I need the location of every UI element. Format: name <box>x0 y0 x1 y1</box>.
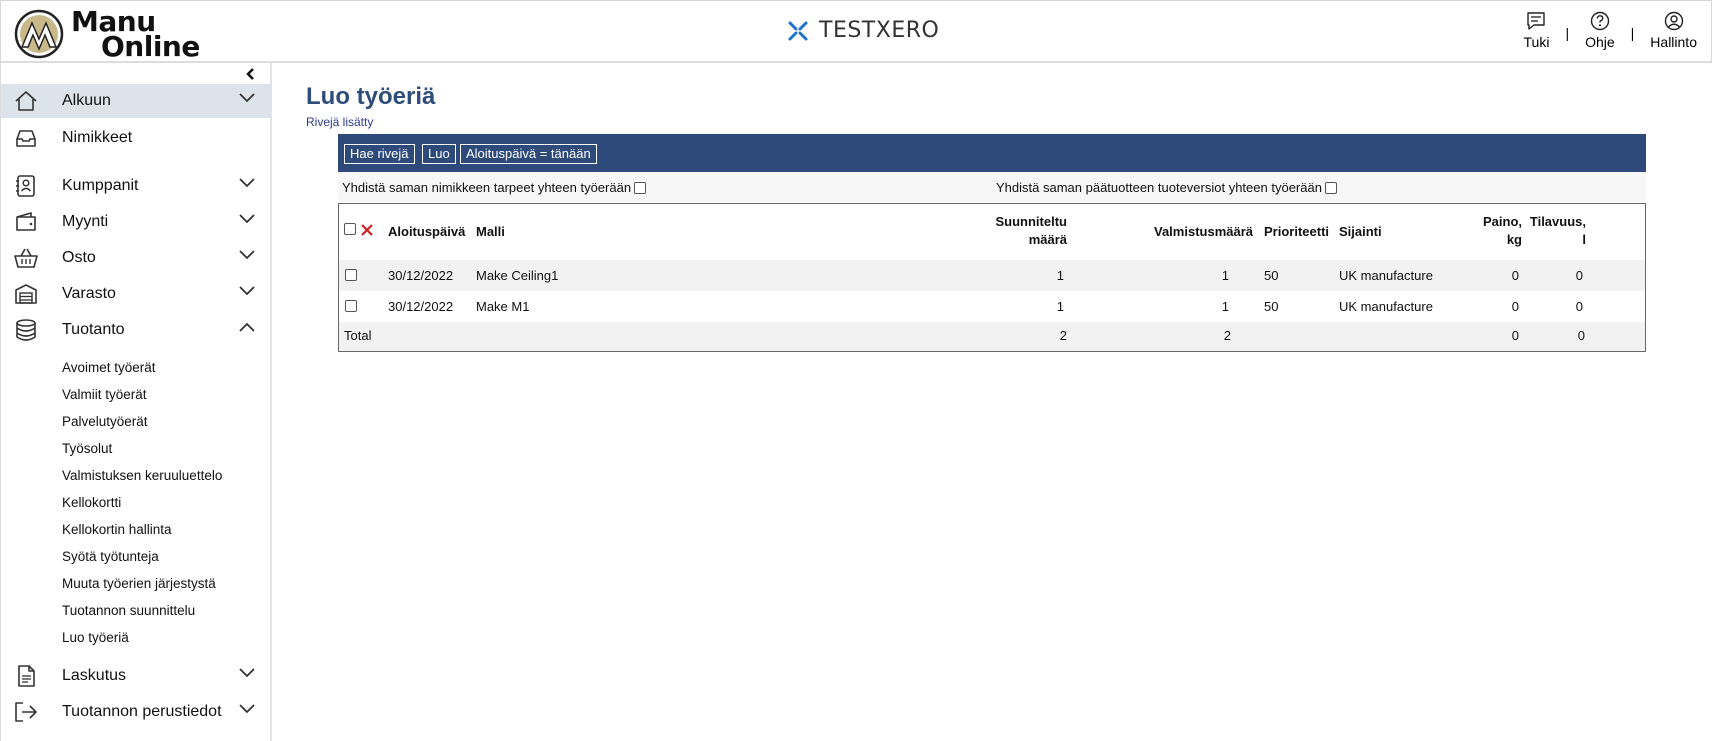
total-row: Total 2 2 0 0 <box>339 322 1645 351</box>
sidebar-item-laskutus[interactable]: Laskutus <box>1 659 271 693</box>
col-planned[interactable]: Suunniteltu määrä <box>939 213 1068 249</box>
sidebar-subitem-muuta-jarjestysta[interactable]: Muuta työerien järjestystä <box>62 576 216 591</box>
basket-icon <box>14 248 38 268</box>
col-manufactured[interactable]: Valmistusmäärä <box>1154 223 1253 241</box>
admin-link[interactable]: Hallinto <box>1650 11 1697 50</box>
create-button[interactable]: Luo <box>422 144 456 164</box>
sidebar-subitem-kellokortin-hallinta[interactable]: Kellokortin hallinta <box>62 522 172 537</box>
sidebar: Alkuun Nimikkeet Kumppanit Myynti Osto V… <box>0 63 272 741</box>
sidebar-subitem-syota-tyotunteja[interactable]: Syötä työtunteja <box>62 549 159 564</box>
chat-icon <box>1527 12 1546 30</box>
logo-wordmark: Manu Online <box>71 5 200 63</box>
chevron-down-icon <box>239 286 255 296</box>
status-message: Rivejä lisätty <box>306 115 374 129</box>
toolbar: Hae rivejä Luo Aloituspäivä = tänään <box>338 134 1646 172</box>
sidebar-subitem-luo-tyoeria[interactable]: Luo työeriä <box>62 630 129 645</box>
sidebar-item-myynti[interactable]: Myynti <box>1 205 271 239</box>
contacts-icon <box>16 175 35 197</box>
link-separator: | <box>1630 25 1635 41</box>
chevron-down-icon <box>239 250 255 260</box>
logo-mark-icon <box>14 9 64 59</box>
sidebar-item-kumppanit[interactable]: Kumppanit <box>1 169 271 203</box>
top-links: Tuki | Ohje | Hallinto <box>1524 11 1697 50</box>
chevron-down-icon <box>239 704 255 714</box>
col-volume[interactable]: Tilavuus, l <box>1519 213 1586 249</box>
manu-online-logo[interactable]: Manu Online <box>14 5 204 63</box>
home-icon <box>15 91 37 111</box>
row-checkbox[interactable] <box>345 269 357 281</box>
wallet-icon <box>16 212 36 231</box>
main-content: Luo työeriä Rivejä lisätty Hae rivejä Lu… <box>272 63 1712 741</box>
sidebar-subitem-tyosolut[interactable]: Työsolut <box>62 441 112 456</box>
delete-icon[interactable] <box>360 223 374 237</box>
company-brand: TESTXERO <box>787 18 939 43</box>
sidebar-subitem-keruuluettelo[interactable]: Valmistuksen keruuluettelo <box>62 468 222 483</box>
help-icon <box>1590 11 1610 31</box>
start-today-button[interactable]: Aloituspäivä = tänään <box>460 144 597 164</box>
row-checkbox[interactable] <box>345 300 357 312</box>
sidebar-item-tuotanto[interactable]: Tuotanto <box>1 313 271 347</box>
table-row[interactable]: 30/12/2022 Make M1 1 1 50 UK manufacture… <box>339 291 1645 322</box>
work-orders-grid: Aloituspäivä Malli Suunniteltu määrä Val… <box>338 203 1646 352</box>
chevron-down-icon <box>239 214 255 224</box>
merge-options: Yhdistä saman nimikkeen tarpeet yhteen t… <box>338 172 1646 202</box>
sidebar-subitem-tuotannon-suunnittelu[interactable]: Tuotannon suunnittelu <box>62 603 195 618</box>
merge-item-option: Yhdistä saman nimikkeen tarpeet yhteen t… <box>342 180 647 195</box>
top-header: Manu Online TESTXERO Tuki | Ohje | Halli… <box>0 0 1712 63</box>
sidebar-item-varasto[interactable]: Varasto <box>1 277 271 311</box>
merge-item-checkbox[interactable] <box>634 181 647 194</box>
help-link[interactable]: Ohje <box>1585 11 1615 50</box>
sidebar-subitem-kellokortti[interactable]: Kellokortti <box>62 495 121 510</box>
sidebar-item-nimikkeet[interactable]: Nimikkeet <box>1 121 271 155</box>
sidebar-item-osto[interactable]: Osto <box>1 241 271 275</box>
chevron-down-icon <box>239 178 255 188</box>
document-icon <box>18 665 35 687</box>
chevron-up-icon <box>239 322 255 332</box>
col-model[interactable]: Malli <box>476 223 505 241</box>
user-icon <box>1664 11 1683 31</box>
database-icon <box>16 319 36 341</box>
inbox-icon <box>16 130 36 147</box>
col-start-date[interactable]: Aloituspäivä <box>388 223 465 241</box>
sidebar-item-alkuun[interactable]: Alkuun <box>1 84 271 118</box>
chevron-down-icon <box>239 668 255 678</box>
support-link[interactable]: Tuki <box>1524 11 1549 50</box>
col-location[interactable]: Sijainti <box>1339 223 1382 241</box>
table-row[interactable]: 30/12/2022 Make Ceiling1 1 1 50 UK manuf… <box>339 260 1645 291</box>
link-separator: | <box>1565 25 1570 41</box>
warehouse-icon <box>15 284 37 304</box>
collapse-sidebar-icon[interactable] <box>245 68 257 80</box>
xero-icon <box>787 19 809 42</box>
select-all-checkbox[interactable] <box>344 223 356 235</box>
col-weight[interactable]: Paino, kg <box>1439 213 1522 249</box>
sidebar-subitem-avoimet-tyoerat[interactable]: Avoimet työerät <box>62 360 156 375</box>
page-title: Luo työeriä <box>306 83 436 110</box>
sidebar-subitem-valmiit-tyoerat[interactable]: Valmiit työerät <box>62 387 147 402</box>
sidebar-subitem-palvelutyoerat[interactable]: Palvelutyöerät <box>62 414 148 429</box>
company-name: TESTXERO <box>819 18 940 43</box>
merge-product-option: Yhdistä saman päätuotteen tuoteversiot y… <box>996 180 1337 195</box>
chevron-down-icon <box>239 93 255 103</box>
fetch-rows-button[interactable]: Hae rivejä <box>344 144 415 164</box>
merge-product-checkbox[interactable] <box>1324 181 1337 194</box>
sidebar-item-tuotannon-perustiedot[interactable]: Tuotannon perustiedot <box>1 695 271 729</box>
col-priority[interactable]: Prioriteetti <box>1264 223 1329 241</box>
exit-icon <box>15 702 37 722</box>
